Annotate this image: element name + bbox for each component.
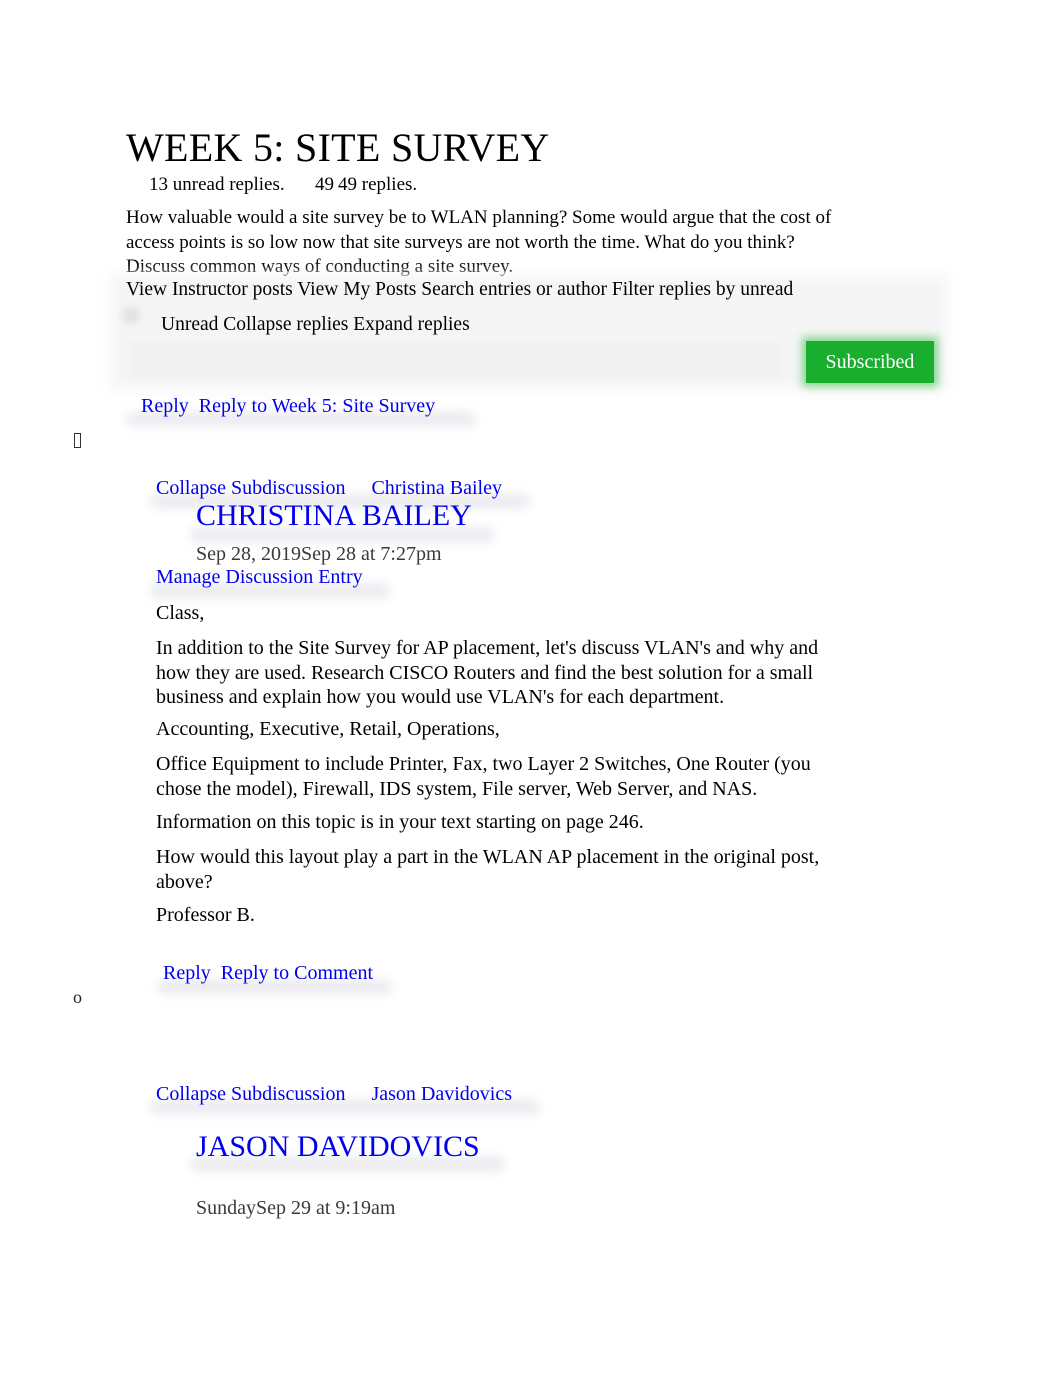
entry-paragraph: In addition to the Site Survey for AP pl… [156,637,819,708]
entry-date: Sep 28, 2019Sep 28 at 7:27pm [196,543,442,565]
entry-paragraph: Professor B. [156,904,255,926]
page-title: WEEK 5: SITE SURVEY [126,125,550,170]
toolbar-row-2: Unread Collapse replies Expand replies [161,314,470,336]
entry-paragraph: Office Equipment to include Printer, Fax… [156,753,811,800]
list-bullet: o [73,987,82,1007]
entry-reply: Reply Reply to Comment [163,962,373,985]
entry-header: Collapse Subdiscussion Christina Bailey [156,477,502,500]
filter-label: Filter replies by unread [611,279,794,300]
collapse-subdiscussion-link[interactable]: Collapse Subdiscussion [156,477,345,499]
view-my-posts-button[interactable]: View My Posts [297,279,416,300]
author-heading[interactable]: CHRISTINA BAILEY [196,499,472,533]
entry-paragraph: Class, [156,602,205,624]
collapse-replies-button[interactable]: Collapse replies [223,314,348,335]
discussion-prompt: How valuable would a site survey be to W… [126,207,832,277]
entry-paragraph: How would this layout play a part in the… [156,846,820,893]
main-reply: Reply Reply to Week 5: Site Survey [141,395,435,418]
reply-button[interactable]: Reply [141,395,189,417]
unread-filter-option[interactable]: Unread [161,314,218,335]
search-input[interactable] [130,342,780,378]
toolbar-row: View Instructor posts View My Posts Sear… [126,279,793,301]
search-label: Search entries or author [421,279,607,300]
subscribed-button[interactable]: Subscribed [806,341,934,383]
reply-count: 49 replies. [338,174,418,195]
entry-date: SundaySep 29 at 9:19am [196,1197,396,1219]
list-bullet-icon [74,433,81,448]
filter-indicator-icon [122,306,140,324]
entry-paragraph: Accounting, Executive, Retail, Operation… [156,718,500,740]
view-instructor-posts-button[interactable]: View Instructor posts [126,279,293,300]
unread-count: 13 unread replies. [149,174,285,195]
reply-to-comment-link[interactable]: Reply to Comment [221,962,373,984]
reply-to-discussion-link[interactable]: Reply to Week 5: Site Survey [199,395,435,417]
reply-button[interactable]: Reply [163,962,211,984]
author-link[interactable]: Christina Bailey [371,477,502,499]
expand-replies-button[interactable]: Expand replies [353,314,469,335]
manage-entry-link[interactable]: Manage Discussion Entry [156,566,363,589]
entry-paragraph: Information on this topic is in your tex… [156,811,644,833]
reply-count-number: 49 [315,174,334,195]
entry-header: Collapse Subdiscussion Jason Davidovics [156,1083,512,1106]
author-link[interactable]: Jason Davidovics [371,1083,512,1105]
collapse-subdiscussion-link[interactable]: Collapse Subdiscussion [156,1083,345,1105]
author-heading[interactable]: JASON DAVIDOVICS [196,1130,480,1164]
